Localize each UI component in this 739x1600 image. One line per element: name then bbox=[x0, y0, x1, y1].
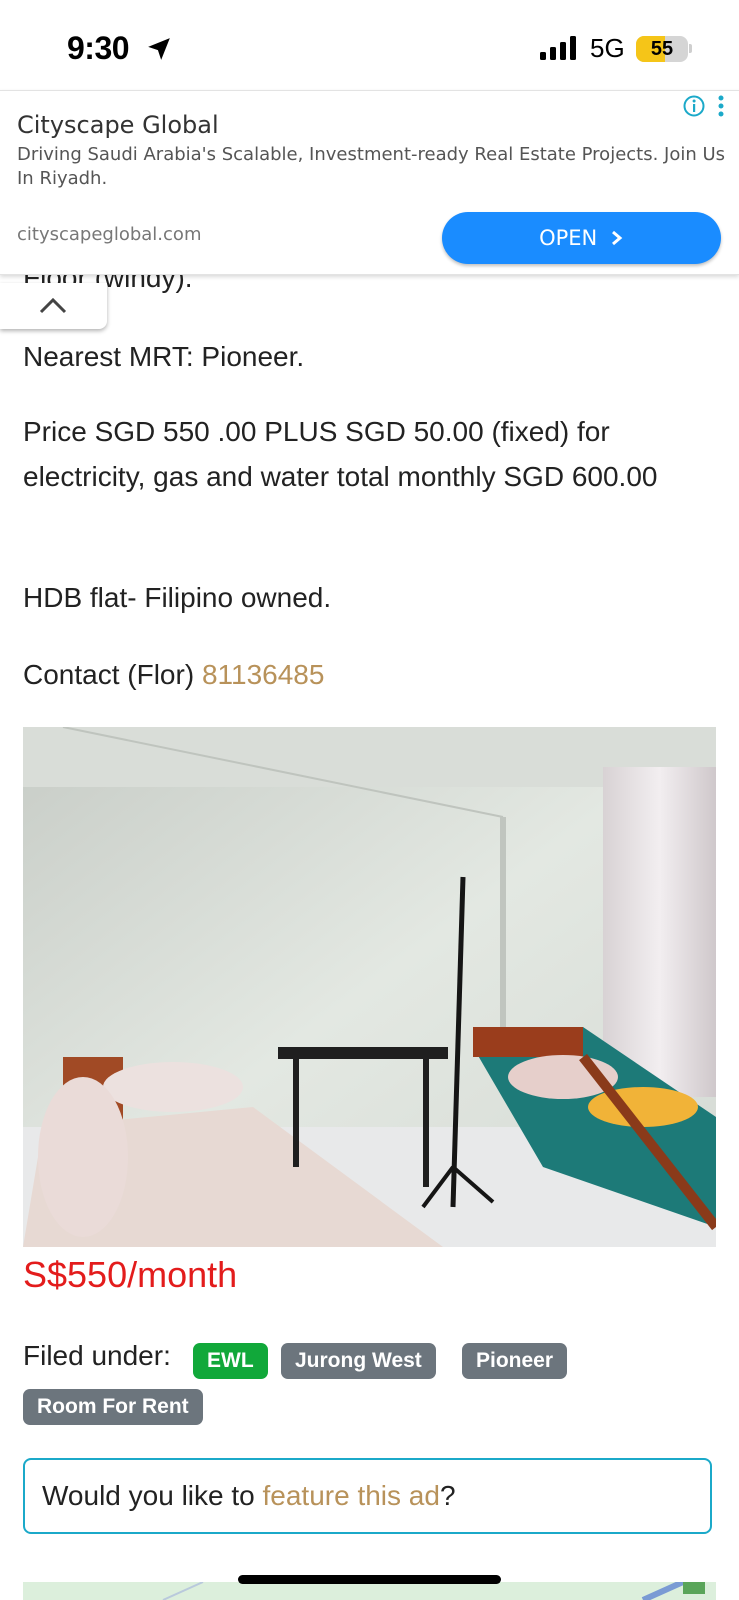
more-vertical-icon[interactable] bbox=[717, 95, 725, 117]
ad-banner[interactable]: Cityscape Global Driving Saudi Arabia's … bbox=[0, 90, 739, 275]
room-photo[interactable] bbox=[23, 727, 716, 1247]
info-icon[interactable] bbox=[683, 95, 705, 117]
battery-percent: 55 bbox=[650, 38, 674, 60]
ad-domain: cityscapeglobal.com bbox=[17, 224, 202, 245]
status-bar: 9:30 5G 55 bbox=[0, 0, 739, 90]
status-time: 9:30 bbox=[67, 30, 130, 66]
listing-mrt-text: Nearest MRT: Pioneer. bbox=[23, 341, 305, 372]
tag-jurong-west[interactable]: Jurong West bbox=[281, 1343, 436, 1379]
contact-phone-link[interactable]: 81136485 bbox=[202, 659, 325, 690]
signal-icon bbox=[540, 36, 576, 60]
feature-ad-box: Would you like to feature this ad? bbox=[23, 1458, 712, 1534]
listing-hdb-text: HDB flat- Filipino owned. bbox=[23, 582, 332, 613]
battery-nub bbox=[689, 44, 692, 53]
location-arrow-icon bbox=[148, 38, 170, 60]
home-indicator[interactable] bbox=[238, 1575, 501, 1584]
ad-title: Cityscape Global bbox=[17, 111, 219, 139]
battery-icon: 55 bbox=[636, 36, 688, 62]
chevron-right-icon bbox=[611, 230, 623, 246]
chevron-up-icon bbox=[39, 297, 67, 314]
ad-open-button[interactable]: OPEN bbox=[442, 212, 721, 264]
contact-label: Contact (Flor) bbox=[23, 659, 195, 690]
ad-collapse-button[interactable] bbox=[0, 283, 107, 329]
network-type: 5G bbox=[590, 33, 625, 63]
tag-room-for-rent[interactable]: Room For Rent bbox=[23, 1389, 203, 1425]
feature-ad-link[interactable]: feature this ad bbox=[263, 1480, 440, 1511]
ad-open-label: OPEN bbox=[539, 226, 598, 250]
feature-ad-text: Would you like to feature this ad? bbox=[42, 1480, 456, 1512]
tag-pioneer[interactable]: Pioneer bbox=[462, 1343, 568, 1379]
map-preview[interactable] bbox=[23, 1582, 716, 1600]
listing-contact: Contact (Flor) 81136485 bbox=[23, 652, 713, 697]
filed-under-label: Filed under: bbox=[23, 1340, 171, 1371]
feature-prefix: Would you like to bbox=[42, 1480, 255, 1511]
room-photo-image bbox=[23, 727, 716, 1247]
tag-ewl[interactable]: EWL bbox=[193, 1343, 268, 1379]
feature-suffix: ? bbox=[439, 1480, 456, 1511]
ad-description: Driving Saudi Arabia's Scalable, Investm… bbox=[17, 144, 726, 189]
listing-price: S$550/month bbox=[23, 1254, 238, 1295]
listing-price-text: Price SGD 550 .00 PLUS SGD 50.00 (fixed)… bbox=[23, 416, 658, 492]
